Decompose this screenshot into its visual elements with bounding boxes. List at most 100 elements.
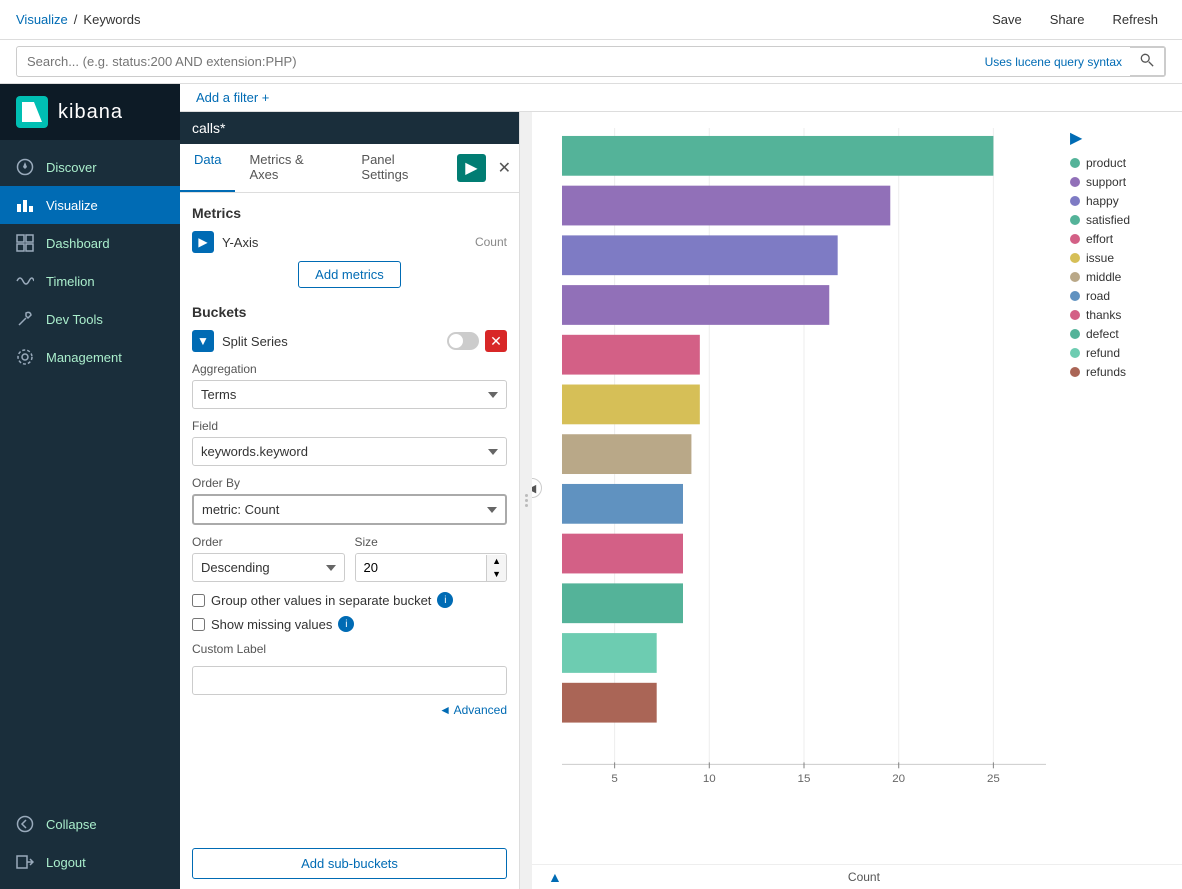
share-button[interactable]: Share [1042, 8, 1093, 31]
y-axis-label: Y-Axis [222, 235, 467, 250]
scroll-up-button[interactable]: ▲ [548, 869, 562, 885]
legend-dot-thanks [1070, 310, 1080, 320]
legend-dot-defect [1070, 329, 1080, 339]
sidebar-item-discover[interactable]: Discover [0, 148, 180, 186]
add-sub-buckets-button[interactable]: Add sub-buckets [192, 848, 507, 879]
sidebar-item-label-timelion: Timelion [46, 274, 95, 289]
panel-tab-actions: ▶ ✕ [457, 144, 519, 192]
sidebar-item-dashboard[interactable]: Dashboard [0, 224, 180, 262]
chart-area: 5 10 15 20 25 [532, 112, 1062, 864]
legend-item-middle[interactable]: middle [1070, 270, 1174, 284]
sidebar-item-collapse[interactable]: Collapse [0, 805, 180, 843]
breadcrumb-visualize[interactable]: Visualize [16, 12, 68, 27]
sidebar-item-devtools[interactable]: Dev Tools [0, 300, 180, 338]
size-input[interactable]: 20 [356, 554, 487, 581]
legend-label-refunds: refunds [1086, 365, 1126, 379]
bar-refund [562, 633, 657, 673]
legend-item-satisfied[interactable]: satisfied [1070, 213, 1174, 227]
bar-road [562, 484, 683, 524]
custom-label-input[interactable] [192, 666, 507, 695]
order-select[interactable]: Descending Ascending [192, 553, 345, 582]
add-metrics-button[interactable]: Add metrics [298, 261, 401, 288]
panel-resize-handle[interactable] [520, 112, 532, 889]
legend-label-refund: refund [1086, 346, 1120, 360]
refresh-button[interactable]: Refresh [1104, 8, 1166, 31]
bar-satisfied [562, 285, 829, 325]
legend-item-road[interactable]: road [1070, 289, 1174, 303]
tab-panel-settings[interactable]: Panel Settings [347, 144, 457, 192]
order-label: Order [192, 535, 345, 549]
lucene-syntax-link[interactable]: Uses lucene query syntax [985, 55, 1130, 69]
toggle-button[interactable] [447, 332, 479, 350]
delete-bucket-button[interactable]: ✕ [485, 330, 507, 352]
y-axis-count: Count [475, 235, 507, 249]
breadcrumb: Visualize / Keywords [16, 12, 141, 27]
add-filter-button[interactable]: Add a filter + [196, 90, 269, 105]
custom-label-label: Custom Label [192, 642, 507, 656]
svg-text:15: 15 [798, 773, 811, 785]
order-by-select[interactable]: metric: Count Alphabetical [192, 494, 507, 525]
legend-label-road: road [1086, 289, 1110, 303]
size-row: Size 20 ▲ ▼ [355, 535, 508, 582]
sidebar-item-timelion[interactable]: Timelion [0, 262, 180, 300]
sidebar-item-visualize[interactable]: Visualize [0, 186, 180, 224]
top-actions: Save Share Refresh [984, 8, 1166, 31]
bar-thanks [562, 534, 683, 574]
search-bar: Uses lucene query syntax [0, 40, 1182, 84]
tab-data[interactable]: Data [180, 144, 235, 192]
group-other-checkbox[interactable] [192, 594, 205, 607]
wave-icon [16, 272, 34, 290]
search-submit-button[interactable] [1130, 47, 1165, 76]
save-button[interactable]: Save [984, 8, 1030, 31]
legend-item-happy[interactable]: happy [1070, 194, 1174, 208]
legend-item-defect[interactable]: defect [1070, 327, 1174, 341]
advanced-link[interactable]: ◄ Advanced [192, 703, 507, 717]
sidebar-item-label-devtools: Dev Tools [46, 312, 103, 327]
metrics-section-title: Metrics [192, 205, 507, 221]
compass-icon [16, 158, 34, 176]
legend-dot-issue [1070, 253, 1080, 263]
aggregation-label: Aggregation [192, 362, 507, 376]
split-series-label: Split Series [222, 334, 439, 349]
main-layout: kibana Discover Visualize Dashboard [0, 84, 1182, 889]
legend-item-refunds[interactable]: refunds [1070, 365, 1174, 379]
legend-expand-button[interactable]: ▶ [1070, 128, 1174, 148]
sidebar-bottom: Collapse Logout [0, 805, 180, 889]
search-input[interactable] [17, 48, 985, 75]
show-missing-checkbox[interactable] [192, 618, 205, 631]
buckets-section: Buckets ▼ Split Series ✕ [192, 304, 507, 717]
legend-item-support[interactable]: support [1070, 175, 1174, 189]
size-input-wrap: 20 ▲ ▼ [355, 553, 508, 582]
close-button[interactable]: ✕ [490, 154, 519, 182]
field-select[interactable]: keywords.keyword [192, 437, 507, 466]
bar-effort [562, 335, 700, 375]
show-missing-info-icon[interactable]: i [338, 616, 354, 632]
size-label: Size [355, 535, 508, 549]
svg-text:10: 10 [703, 773, 716, 785]
svg-text:25: 25 [987, 773, 1000, 785]
sidebar-item-management[interactable]: Management [0, 338, 180, 376]
size-increment-button[interactable]: ▲ [487, 555, 506, 568]
aggregation-select[interactable]: Terms Filters Range [192, 380, 507, 409]
bar-product [562, 136, 993, 176]
legend-item-product[interactable]: product [1070, 156, 1174, 170]
order-row: Order Descending Ascending [192, 535, 345, 582]
legend-dot-refund [1070, 348, 1080, 358]
legend-item-effort[interactable]: effort [1070, 232, 1174, 246]
size-decrement-button[interactable]: ▼ [487, 568, 506, 581]
y-axis-metric: ▶ Y-Axis Count [192, 231, 507, 253]
panel-title: calls* [192, 120, 225, 136]
chart-icon [16, 196, 34, 214]
legend-item-refund[interactable]: refund [1070, 346, 1174, 360]
buckets-section-title: Buckets [192, 304, 507, 320]
legend-item-thanks[interactable]: thanks [1070, 308, 1174, 322]
metric-expand-button[interactable]: ▶ [192, 231, 214, 253]
sidebar-item-logout[interactable]: Logout [0, 843, 180, 881]
legend-item-issue[interactable]: issue [1070, 251, 1174, 265]
viz-content: 5 10 15 20 25 [532, 112, 1182, 864]
run-button[interactable]: ▶ [457, 154, 485, 182]
bucket-expand-button[interactable]: ▼ [192, 330, 214, 352]
group-other-info-icon[interactable]: i [437, 592, 453, 608]
tab-metrics-axes[interactable]: Metrics & Axes [235, 144, 347, 192]
breadcrumb-current: Keywords [83, 12, 140, 27]
